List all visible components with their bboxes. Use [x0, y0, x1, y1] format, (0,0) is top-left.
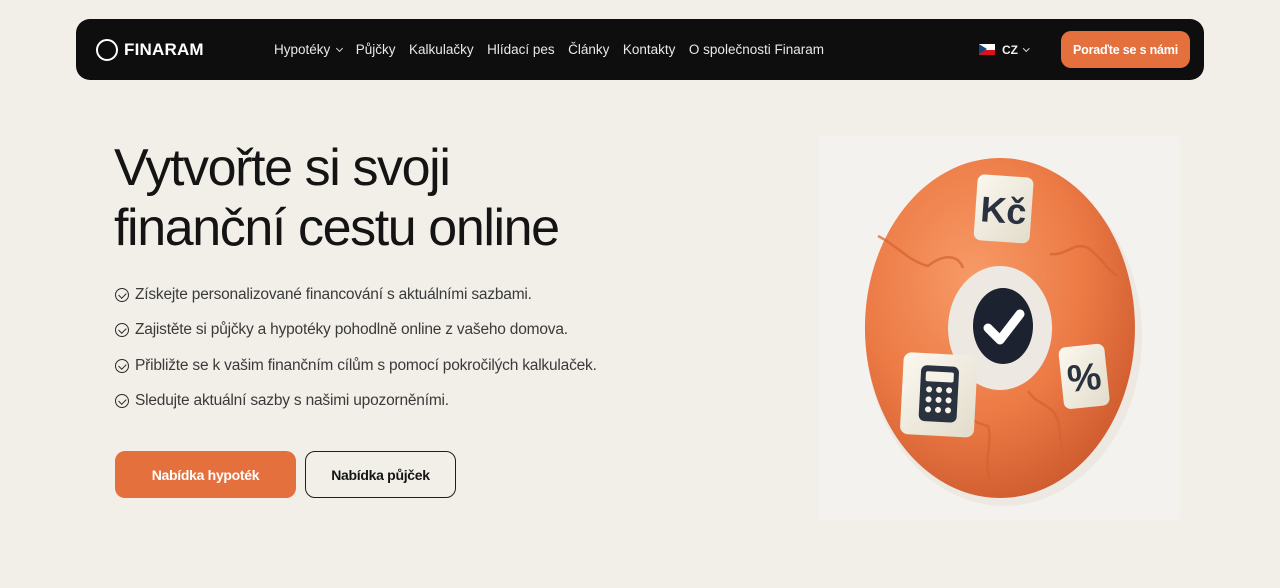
feature-item: Získejte personalizované financování s a… [115, 284, 597, 305]
feature-text: Sledujte aktuální sazby s našimi upozorn… [135, 392, 449, 409]
check-circle-icon [115, 358, 129, 373]
czech-flag-icon [979, 44, 995, 55]
nav-item-clanky[interactable]: Články [568, 42, 609, 57]
logo[interactable]: FINARAM [96, 37, 204, 62]
nav-item-kalkulacky[interactable]: Kalkulačky [409, 42, 474, 57]
mortgage-offer-button[interactable]: Nabídka hypoték [115, 451, 296, 498]
check-circle-icon [115, 323, 129, 337]
checkmark-badge [973, 288, 1033, 364]
currency-tile-label: Kč [979, 188, 1028, 232]
hero-title-line-2: finanční cestu online [114, 199, 560, 257]
finance-puzzle-illustration: Kč % [854, 158, 1142, 506]
consult-button[interactable]: Poraďte se s námi [1061, 31, 1190, 68]
hero-title-line-1: Vytvořte si svoji [114, 139, 451, 197]
feature-text: Přibližte se k vašim finančním cílům s p… [135, 356, 597, 374]
language-selector[interactable]: CZ [979, 19, 1030, 80]
feature-text: Získejte personalizované financování s a… [135, 285, 532, 303]
chevron-down-icon [1023, 44, 1030, 52]
nav-item-hypoteky[interactable]: Hypotéky [274, 42, 344, 57]
feature-text: Zajistěte si půjčky a hypotéky pohodlně … [135, 321, 568, 338]
check-circle-icon [115, 394, 129, 408]
feature-list: Získejte personalizované financování s a… [115, 284, 597, 426]
hero-title: Vytvořte si svoji finanční cestu online [114, 138, 560, 258]
feature-item: Sledujte aktuální sazby s našimi upozorn… [115, 391, 597, 412]
check-circle-icon [115, 287, 129, 302]
nav-item-kontakty[interactable]: Kontakty [623, 42, 676, 57]
language-code: CZ [1002, 42, 1018, 57]
top-navbar: FINARAM Hypotéky Půjčky Kalkulačky Hlída… [76, 19, 1204, 80]
loan-offer-button[interactable]: Nabídka půjček [305, 451, 456, 498]
calculator-tile [900, 352, 978, 438]
calculator-icon [918, 365, 959, 423]
currency-tile: Kč [973, 174, 1034, 244]
feature-item: Přibližte se k vašim finančním cílům s p… [115, 355, 597, 376]
hero-illustration: Kč % [818, 136, 1180, 520]
percent-tile-label: % [1065, 356, 1103, 401]
logo-ring-icon [96, 38, 118, 61]
chevron-down-icon [336, 44, 344, 52]
nav-item-o-spolecnosti[interactable]: O společnosti Finaram [689, 42, 824, 57]
logo-text: FINARAM [124, 39, 204, 59]
nav-item-pujcky[interactable]: Půjčky [356, 42, 396, 57]
nav-item-label: Hypotéky [274, 42, 331, 57]
feature-item: Zajistěte si půjčky a hypotéky pohodlně … [115, 320, 597, 341]
percent-tile: % [1058, 343, 1110, 409]
nav-links: Hypotéky Půjčky Kalkulačky Hlídací pes Č… [274, 19, 837, 80]
nav-item-hlidaci-pes[interactable]: Hlídací pes [487, 42, 555, 57]
